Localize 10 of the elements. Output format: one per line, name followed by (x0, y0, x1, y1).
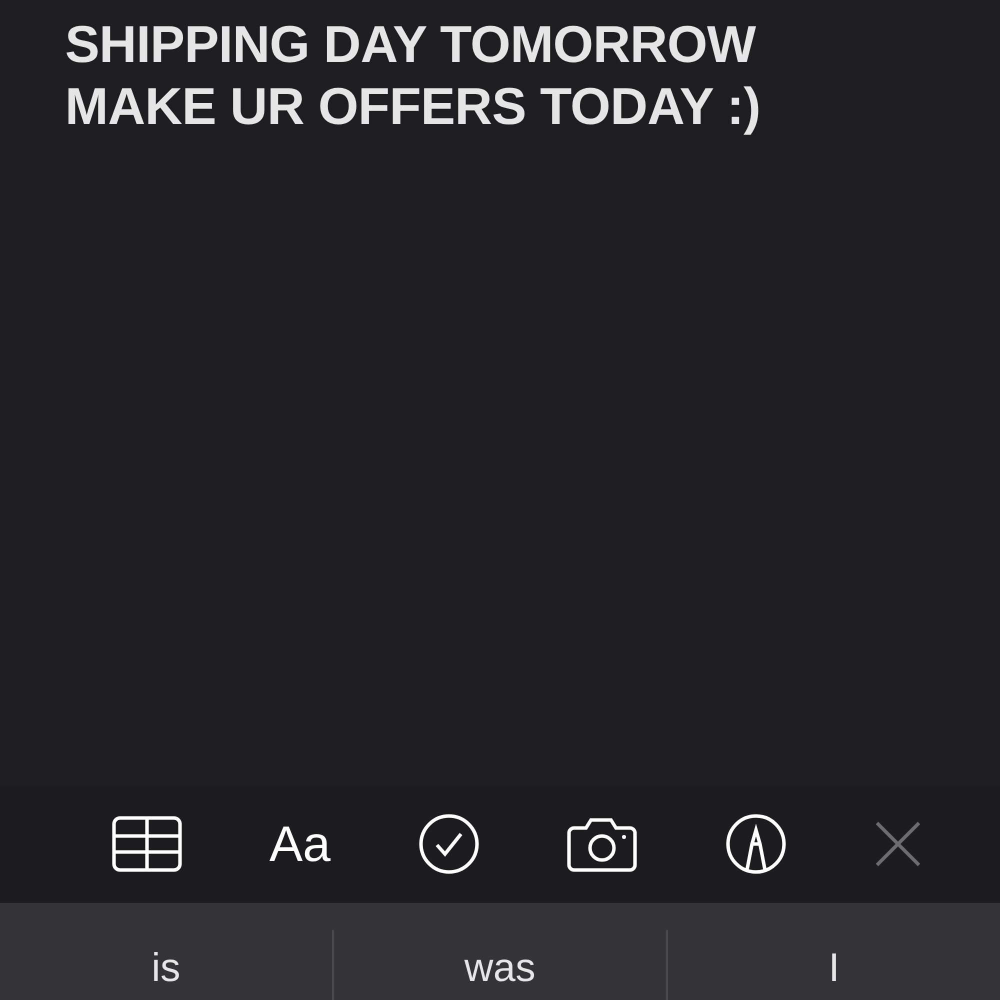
pen-tip-circle-icon[interactable] (724, 813, 787, 875)
note-text: SHIPPING DAY TOMORROW (65, 15, 757, 76)
table-icon[interactable] (112, 816, 182, 872)
suggestion-button[interactable]: I (828, 944, 840, 992)
suggestion-button[interactable]: was (464, 944, 536, 992)
suggestion-button[interactable]: is (152, 944, 180, 992)
checkmark-circle-icon[interactable] (418, 813, 480, 875)
note-text: MAKE UR OFFERS TODAY :) (65, 77, 762, 138)
format-button[interactable]: Aa (269, 819, 331, 869)
camera-icon[interactable] (567, 816, 638, 872)
